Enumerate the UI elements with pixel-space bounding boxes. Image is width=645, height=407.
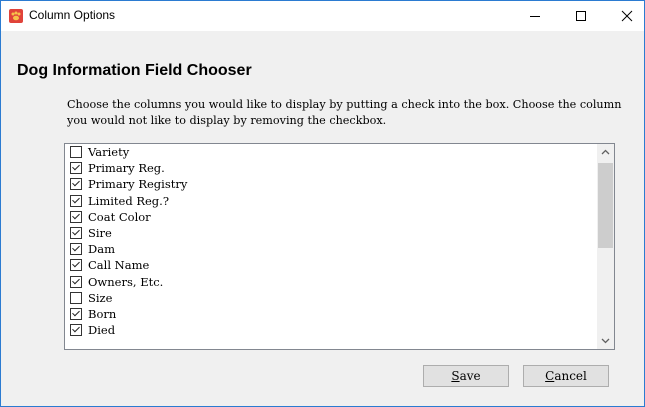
checkbox-unchecked[interactable] — [70, 291, 82, 304]
checkbox-checked[interactable] — [70, 243, 82, 256]
instructions-line-2: you would not like to display by removin… — [67, 114, 387, 127]
window-title: Column Options — [29, 8, 116, 22]
maximize-button[interactable] — [558, 1, 604, 31]
minimize-icon — [530, 16, 540, 17]
maximize-icon — [576, 11, 586, 21]
field-label: Call Name — [88, 258, 150, 273]
checkbox-checked[interactable] — [70, 227, 82, 240]
scroll-up-button[interactable] — [597, 144, 614, 160]
chevron-up-icon — [601, 149, 610, 155]
field-label: Coat Color — [88, 209, 151, 224]
field-label: Sire — [88, 226, 112, 241]
cancel-label-rest: ancel — [554, 369, 587, 383]
column-options-window: Column Options Dog Information Field Cho… — [0, 0, 645, 407]
field-list-item[interactable]: Died — [65, 322, 614, 338]
field-label: Variety — [88, 145, 130, 160]
field-label: Size — [88, 290, 113, 305]
checkbox-checked[interactable] — [70, 210, 82, 223]
app-paw-icon — [9, 9, 23, 23]
field-label: Owners, Etc. — [88, 274, 164, 289]
field-list-item[interactable]: Owners, Etc. — [65, 274, 614, 290]
checkbox-checked[interactable] — [70, 307, 82, 320]
field-list-item[interactable]: Primary Registry — [65, 176, 614, 192]
field-list-item[interactable]: Dam — [65, 241, 614, 257]
checkbox-checked[interactable] — [70, 178, 82, 191]
save-button[interactable]: Save — [423, 365, 509, 387]
close-button[interactable] — [604, 1, 644, 31]
save-label-rest: ave — [459, 369, 481, 383]
field-list-item[interactable]: Sire — [65, 225, 614, 241]
instructions-line-1: Choose the columns you would like to dis… — [67, 98, 622, 111]
field-label: Primary Reg. — [88, 161, 165, 176]
instructions-text: Choose the columns you would like to dis… — [67, 97, 644, 129]
field-label: Limited Reg.? — [88, 193, 169, 208]
field-list-item[interactable]: Size — [65, 290, 614, 306]
close-icon — [621, 10, 633, 22]
save-mnemonic: S — [451, 369, 460, 383]
field-list-item[interactable]: Born — [65, 306, 614, 322]
checkbox-checked[interactable] — [70, 162, 82, 175]
chevron-down-icon — [601, 338, 610, 344]
list-scrollbar[interactable] — [597, 144, 614, 349]
field-label: Dam — [88, 242, 115, 257]
scroll-thumb[interactable] — [598, 163, 613, 248]
checkbox-checked[interactable] — [70, 194, 82, 207]
dialog-heading: Dog Information Field Chooser — [17, 62, 252, 79]
field-list-items: Variety Primary Reg. Primary Registry Limit… — [65, 144, 614, 338]
field-list-item[interactable]: Primary Reg. — [65, 160, 614, 176]
field-list-item[interactable]: Limited Reg.? — [65, 193, 614, 209]
field-label: Primary Registry — [88, 177, 188, 192]
minimize-button[interactable] — [512, 1, 558, 31]
title-bar[interactable]: Column Options — [1, 1, 644, 31]
checkbox-checked[interactable] — [70, 275, 82, 288]
field-checklist[interactable]: Variety Primary Reg. Primary Registry Limit… — [64, 143, 615, 350]
field-list-item[interactable]: Call Name — [65, 257, 614, 273]
checkbox-unchecked[interactable] — [70, 146, 82, 159]
cancel-mnemonic: C — [545, 369, 555, 383]
field-label: Born — [88, 306, 117, 321]
field-list-item[interactable]: Coat Color — [65, 209, 614, 225]
field-label: Died — [88, 323, 116, 338]
checkbox-checked[interactable] — [70, 259, 82, 272]
cancel-button[interactable]: Cancel — [523, 365, 609, 387]
field-list-item[interactable]: Variety — [65, 144, 614, 160]
checkbox-checked[interactable] — [70, 324, 82, 337]
scroll-down-button[interactable] — [597, 333, 614, 349]
